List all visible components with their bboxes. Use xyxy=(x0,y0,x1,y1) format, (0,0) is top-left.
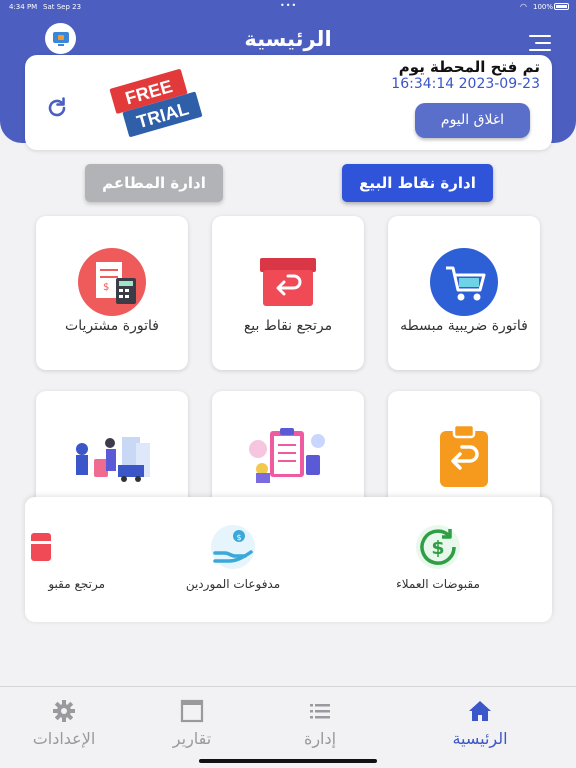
list-icon xyxy=(310,704,330,719)
tab-settings[interactable]: الإعدادات xyxy=(14,687,114,757)
menu-icon[interactable] xyxy=(529,35,551,52)
svg-text:$: $ xyxy=(103,282,109,293)
red-partial-icon xyxy=(31,533,51,561)
status-date: Sat Sep 23 xyxy=(43,3,82,11)
sheet-item-label: مقبوضات العملاء xyxy=(396,577,480,591)
cart-icon xyxy=(430,248,498,316)
tile-label: مرتجع نقاط بيع xyxy=(243,318,333,334)
sheet-item-supplier-payments[interactable]: $ مدفوعات الموردين xyxy=(165,497,301,622)
quick-actions-sheet: $ مقبوضات العملاء $ مدفوعات الموردين مرت… xyxy=(25,497,552,622)
refresh-icon[interactable] xyxy=(45,96,69,120)
home-indicator xyxy=(199,759,377,763)
sheet-item-label: مرتجع مقبو xyxy=(48,577,105,591)
gear-icon xyxy=(53,700,75,722)
battery-icon xyxy=(554,3,569,10)
home-icon xyxy=(469,701,491,721)
tab-reports[interactable]: تقارير xyxy=(142,687,242,757)
sheet-item-customer-receipts[interactable]: $ مقبوضات العملاء xyxy=(365,497,511,622)
sheet-item-receipts-return[interactable]: مرتجع مقبو xyxy=(25,497,125,622)
close-day-button[interactable]: اغلاق اليوم xyxy=(415,103,530,138)
tab-label: تقارير xyxy=(172,729,212,748)
tab-home[interactable]: الرئيسية xyxy=(430,687,530,757)
tile-pos-return[interactable]: مرتجع نقاط بيع xyxy=(212,216,364,370)
tile-simplified-tax-invoice[interactable]: فاتورة ضريبية مبسطه xyxy=(388,216,540,370)
battery-percent: 100% xyxy=(533,3,554,11)
delivery-people-icon xyxy=(76,437,150,482)
station-opened-text: تم فتح المحطة يوم xyxy=(398,58,540,76)
multitask-dots-icon: ••• xyxy=(280,1,298,10)
receipt-calculator-icon: $ xyxy=(78,248,146,316)
session-card: FREE TRIAL تم فتح المحطة يوم 16:34:14 20… xyxy=(25,55,552,150)
dollar-cycle-icon: $ xyxy=(416,525,460,569)
tab-label: الإعدادات xyxy=(32,729,96,748)
free-trial-logo: FREE TRIAL xyxy=(109,69,203,137)
clipboard-report-icon xyxy=(249,428,325,483)
window-icon xyxy=(180,699,204,723)
status-bar: 4:34 PM Sat Sep 23 ••• ◠ 100% xyxy=(0,0,576,14)
tile-purchase-invoice[interactable]: $ فاتورة مشتريات xyxy=(36,216,188,370)
tile-label: فاتورة ضريبية مبسطه xyxy=(400,318,528,334)
tab-bar: الرئيسية إدارة تقارير الإعدادات xyxy=(0,686,576,768)
pos-management-button[interactable]: ادارة نقاط البيع xyxy=(342,164,493,202)
station-opened-timestamp: 16:34:14 2023-09-23 xyxy=(391,76,540,92)
page-title: الرئيسية xyxy=(244,27,332,51)
wifi-icon: ◠ xyxy=(520,2,527,11)
hand-coin-icon: $ xyxy=(211,525,255,569)
restaurants-management-button[interactable]: ادارة المطاعم xyxy=(85,164,223,202)
sheet-item-label: مدفوعات الموردين xyxy=(185,577,281,591)
return-box-icon xyxy=(260,258,316,306)
tile-label: فاتورة مشتريات xyxy=(65,318,159,334)
svg-text:$: $ xyxy=(236,533,241,542)
clipboard-return-icon xyxy=(440,423,488,487)
tab-label: الرئيسية xyxy=(452,729,508,748)
tab-management[interactable]: إدارة xyxy=(270,687,370,757)
status-time: 4:34 PM xyxy=(9,3,38,11)
svg-text:$: $ xyxy=(431,537,444,559)
tab-label: إدارة xyxy=(303,729,337,748)
